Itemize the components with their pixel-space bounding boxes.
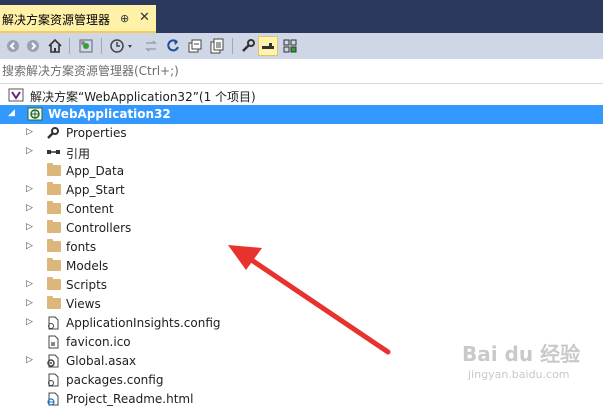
watermark-logo: Bai du 经验 (462, 342, 581, 366)
watermark-url: jingyan.baidu.com (468, 368, 570, 381)
watermark: Bai du 经验 jingyan.baidu.com (460, 338, 600, 388)
